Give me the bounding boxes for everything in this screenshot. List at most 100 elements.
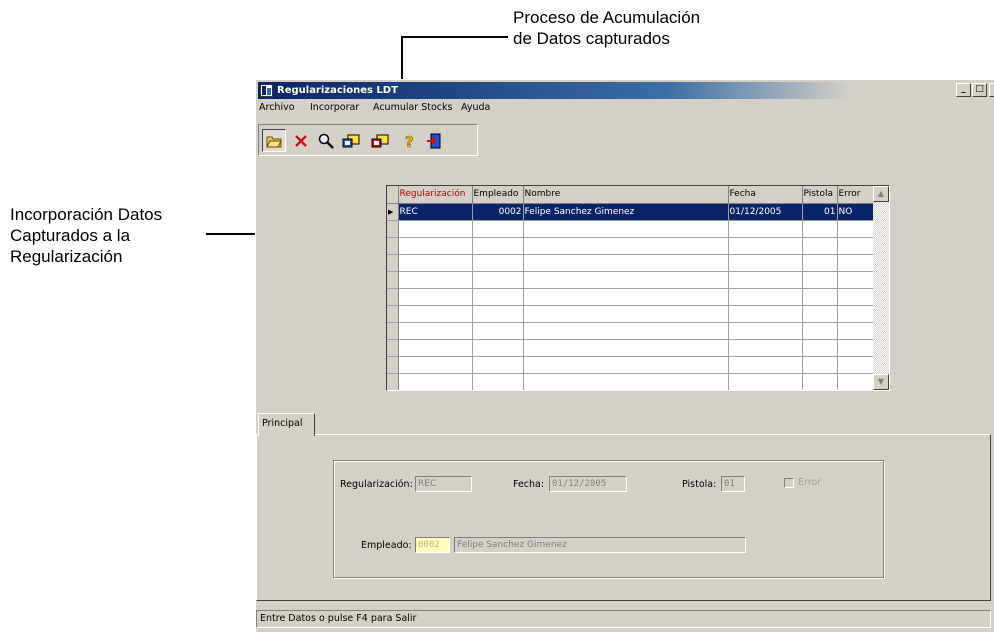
cell[interactable]: [472, 288, 524, 306]
grid-header-regularizacion[interactable]: Regularización: [398, 186, 473, 204]
cell[interactable]: [472, 220, 524, 238]
cell[interactable]: [802, 254, 838, 272]
cell-empleado[interactable]: 0002: [472, 203, 524, 221]
table-row[interactable]: [387, 305, 874, 323]
cell[interactable]: [398, 254, 473, 272]
maximize-button[interactable]: □: [972, 83, 987, 97]
cell[interactable]: [523, 373, 729, 390]
cell[interactable]: [472, 322, 524, 340]
cell[interactable]: [398, 339, 473, 357]
cell[interactable]: [523, 339, 729, 357]
cell[interactable]: [472, 356, 524, 374]
grid-header-pistola[interactable]: Pistola: [802, 186, 838, 204]
cell[interactable]: [837, 237, 874, 255]
cell[interactable]: [523, 271, 729, 289]
cell[interactable]: [398, 373, 473, 390]
grid-header-error[interactable]: Error: [837, 186, 874, 204]
cell[interactable]: [472, 271, 524, 289]
error-checkbox[interactable]: [784, 478, 794, 488]
table-row[interactable]: [387, 288, 874, 306]
table-row[interactable]: [387, 237, 874, 255]
vertical-scrollbar[interactable]: ▲ ▼: [873, 186, 889, 390]
cell[interactable]: [472, 254, 524, 272]
grid-header-fecha[interactable]: Fecha: [728, 186, 803, 204]
table-row[interactable]: [387, 220, 874, 238]
cell-regularizacion[interactable]: REC: [398, 203, 473, 221]
cell[interactable]: [523, 254, 729, 272]
table-row[interactable]: [387, 322, 874, 340]
regularizaciones-grid[interactable]: Regularización Empleado Nombre Fecha Pis…: [386, 185, 890, 391]
cell[interactable]: [728, 356, 803, 374]
cell[interactable]: [802, 373, 838, 390]
cell[interactable]: [728, 237, 803, 255]
fecha-field[interactable]: 01/12/2005: [549, 476, 627, 492]
scroll-up-button[interactable]: ▲: [873, 186, 889, 202]
cell[interactable]: [728, 305, 803, 323]
cell[interactable]: [837, 254, 874, 272]
cell[interactable]: [802, 220, 838, 238]
table-row[interactable]: [387, 373, 874, 390]
cell[interactable]: [728, 271, 803, 289]
cell[interactable]: [398, 356, 473, 374]
cell[interactable]: [837, 373, 874, 390]
cell[interactable]: [837, 356, 874, 374]
help-button[interactable]: ?: [397, 129, 421, 152]
open-button[interactable]: [262, 129, 286, 152]
cell[interactable]: [802, 356, 838, 374]
empleado-name-field[interactable]: Felipe Sanchez Gimenez: [454, 537, 746, 553]
cell[interactable]: [472, 237, 524, 255]
cell[interactable]: [523, 322, 729, 340]
cell[interactable]: [837, 339, 874, 357]
title-bar[interactable]: Regularizaciones LDT _ □ ×: [258, 82, 994, 99]
cell[interactable]: [802, 237, 838, 255]
cell[interactable]: [398, 322, 473, 340]
menu-ayuda[interactable]: Ayuda: [461, 100, 490, 116]
tab-principal[interactable]: Principal: [258, 413, 315, 436]
close-button[interactable]: ×: [989, 83, 994, 97]
cell[interactable]: [523, 356, 729, 374]
cell[interactable]: [728, 220, 803, 238]
minimize-button[interactable]: _: [956, 83, 971, 97]
menu-acumular-stocks[interactable]: Acumular Stocks: [373, 100, 452, 116]
cell[interactable]: [837, 390, 873, 391]
empleado-code-field[interactable]: 0002: [415, 537, 450, 553]
cell-error[interactable]: NO: [837, 203, 874, 221]
cell[interactable]: [728, 322, 803, 340]
cell[interactable]: [398, 220, 473, 238]
cell[interactable]: [523, 390, 728, 391]
cell[interactable]: [728, 254, 803, 272]
cell[interactable]: [398, 390, 472, 391]
scroll-down-button[interactable]: ▼: [873, 374, 889, 390]
grid-header-nombre[interactable]: Nombre: [523, 186, 729, 204]
incorporate-button[interactable]: [339, 129, 363, 152]
cell[interactable]: [398, 271, 473, 289]
regularizacion-field[interactable]: REC: [415, 476, 472, 492]
cell[interactable]: [523, 220, 729, 238]
cell[interactable]: [398, 288, 473, 306]
table-row[interactable]: [387, 339, 874, 357]
table-row[interactable]: [387, 390, 873, 391]
cell[interactable]: [472, 373, 524, 390]
cell[interactable]: [472, 390, 523, 391]
accumulate-button[interactable]: [368, 129, 392, 152]
cell[interactable]: [472, 305, 524, 323]
cell[interactable]: [802, 339, 838, 357]
cell[interactable]: [802, 322, 838, 340]
cell[interactable]: [728, 339, 803, 357]
table-row[interactable]: ▶ REC 0002 Felipe Sanchez Gimenez 01/12/…: [387, 203, 874, 221]
cell[interactable]: [728, 288, 803, 306]
cell-fecha[interactable]: 01/12/2005: [728, 203, 803, 221]
cell[interactable]: [837, 288, 874, 306]
cell[interactable]: [837, 271, 874, 289]
menu-incorporar[interactable]: Incorporar: [310, 100, 359, 116]
table-row[interactable]: [387, 356, 874, 374]
cell[interactable]: [398, 305, 473, 323]
cell[interactable]: [802, 305, 838, 323]
pistola-field[interactable]: 01: [721, 476, 745, 492]
cell[interactable]: [802, 271, 838, 289]
cell[interactable]: [398, 237, 473, 255]
cell[interactable]: [802, 390, 837, 391]
table-row[interactable]: [387, 254, 874, 272]
cell[interactable]: [837, 305, 874, 323]
table-row[interactable]: [387, 271, 874, 289]
